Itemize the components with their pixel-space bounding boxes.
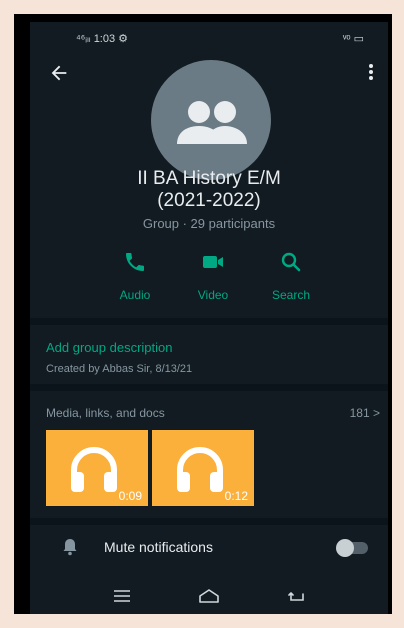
audio-duration: 0:09 <box>118 489 142 503</box>
search-label: Search <box>271 288 311 302</box>
status-right: ᵛᵒ ▭ <box>342 33 364 45</box>
group-subtitle: Group · 29 participants <box>142 216 276 231</box>
headphones-icon <box>71 447 117 492</box>
home-icon[interactable] <box>197 586 221 606</box>
group-name-line-1: II BA History E/M <box>137 168 281 189</box>
audio-call-button[interactable]: Audio <box>100 250 170 302</box>
menu-icon[interactable] <box>110 586 134 606</box>
section-divider <box>30 518 388 525</box>
phone-icon <box>126 253 144 271</box>
status-left: ⁴⁶ᵢₗₗ 1:03 ⚙ <box>76 33 129 45</box>
toggle-knob <box>336 539 354 557</box>
status-bar: ⁴⁶ᵢₗₗ 1:03 ⚙ ᵛᵒ ▭ <box>30 22 388 56</box>
bell-icon <box>63 539 77 556</box>
media-section-title[interactable]: Media, links, and docs <box>46 406 165 420</box>
system-navigation-bar <box>30 578 388 614</box>
mute-toggle[interactable] <box>336 539 368 557</box>
back-nav-icon[interactable] <box>284 586 308 606</box>
section-divider <box>30 318 388 325</box>
group-people-icon <box>177 101 247 144</box>
audio-label: Audio <box>119 288 151 302</box>
audio-media-tile[interactable]: 0:12 <box>152 430 254 506</box>
created-by-text: Created by Abbas Sir, 8/13/21 <box>46 363 193 375</box>
more-options-icon[interactable] <box>364 62 378 82</box>
add-group-description-link[interactable]: Add group description <box>46 340 172 355</box>
media-count[interactable]: 181 > <box>350 406 380 420</box>
audio-media-tile[interactable]: 0:09 <box>46 430 148 506</box>
headphones-icon <box>177 447 223 492</box>
group-name-line-2: (2021-2022) <box>157 190 261 211</box>
mute-notifications-row[interactable]: Mute notifications <box>30 530 388 568</box>
section-divider <box>30 384 388 391</box>
video-call-button[interactable]: Video <box>178 250 248 302</box>
phone-screen: ⁴⁶ᵢₗₗ 1:03 ⚙ ᵛᵒ ▭ II BA History E/M (202… <box>30 22 388 614</box>
search-icon <box>281 252 301 272</box>
video-label: Video <box>197 288 229 302</box>
video-camera-icon <box>203 256 223 268</box>
back-arrow-icon[interactable] <box>48 62 70 84</box>
search-button[interactable]: Search <box>256 250 326 302</box>
group-avatar[interactable] <box>151 60 271 180</box>
audio-duration: 0:12 <box>224 489 248 503</box>
mute-notifications-label: Mute notifications <box>104 539 213 555</box>
